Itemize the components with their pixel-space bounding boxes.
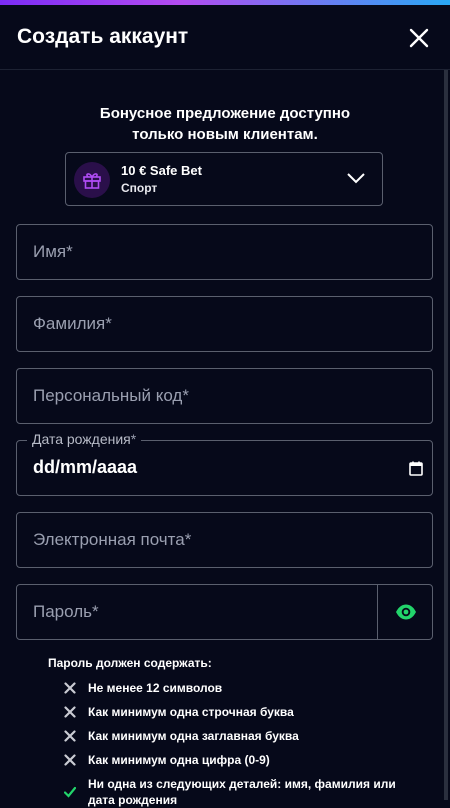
birth-date-label: Дата рождения (32, 431, 131, 447)
password-rules-title: Пароль должен содержать: (48, 656, 212, 670)
password-rule-text: Как минимум одна строчная буква (88, 705, 294, 719)
cross-icon (64, 706, 76, 718)
bonus-offer-select[interactable]: 10 € Safe Bet Спорт (65, 152, 383, 206)
personal-code-placeholder: Персональный код (33, 386, 183, 405)
gift-icon-badge (74, 162, 110, 198)
page-title: Создать аккаунт (17, 25, 189, 48)
password-placeholder: Пароль (33, 602, 92, 621)
email-placeholder: Электронная почта (33, 530, 185, 549)
last-name-field[interactable]: Фамилия* (16, 296, 433, 352)
show-password-button[interactable] (377, 584, 433, 640)
birth-date-field[interactable]: Дата рождения* dd/mm/aaaa (16, 431, 433, 496)
close-button[interactable] (404, 23, 434, 53)
cross-icon (64, 754, 76, 766)
calendar-icon[interactable] (409, 461, 423, 476)
required-mark: * (184, 530, 192, 549)
bonus-offer-category: Спорт (121, 181, 158, 195)
last-name-placeholder: Фамилия (33, 314, 106, 333)
birth-date-value: dd/mm/aaaa (33, 457, 138, 477)
first-name-placeholder: Имя (33, 242, 67, 261)
cross-icon (64, 682, 76, 694)
eye-icon (396, 604, 416, 620)
password-field[interactable]: Пароль* (16, 584, 378, 640)
password-rule-text: Не менее 12 символов (88, 681, 223, 695)
email-field[interactable]: Электронная почта* (16, 512, 433, 568)
scrollbar[interactable] (444, 70, 448, 800)
modal-header: Создать аккаунт (0, 5, 450, 70)
required-mark: * (105, 314, 112, 333)
password-rule-text: Ни одна из следующих деталей: имя, фамил… (88, 777, 396, 807)
required-mark: * (66, 242, 73, 261)
bonus-info-line2: только новым клиентам. (132, 126, 318, 143)
password-rule-text: Как минимум одна заглавная буква (88, 729, 299, 743)
cross-icon (64, 730, 76, 742)
required-mark: * (92, 602, 99, 621)
bonus-info-text: Бонусное предложение доступно только нов… (0, 103, 450, 145)
first-name-field[interactable]: Имя* (16, 224, 433, 280)
personal-code-field[interactable]: Персональный код* (16, 368, 433, 424)
required-mark: * (130, 431, 137, 447)
bonus-offer-name: 10 € Safe Bet (121, 163, 202, 178)
required-mark: * (182, 386, 189, 405)
bonus-info-line1: Бонусное предложение доступно (99, 105, 351, 122)
password-rule-text: Как минимум одна цифра (0-9) (88, 753, 270, 767)
close-icon (409, 28, 429, 48)
gift-icon (83, 173, 101, 189)
chevron-down-icon (347, 173, 365, 184)
check-icon (64, 786, 76, 798)
